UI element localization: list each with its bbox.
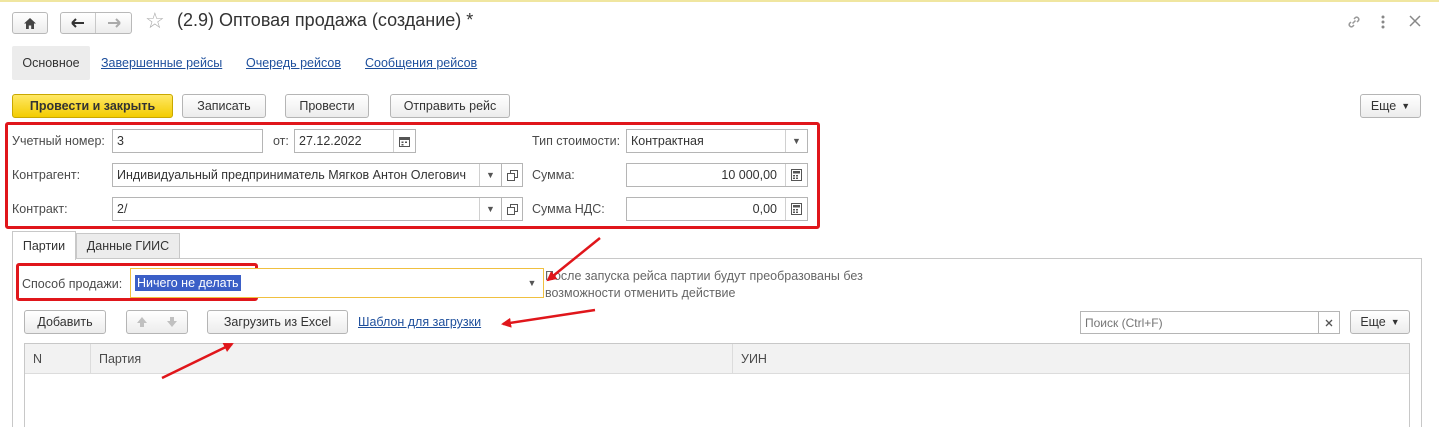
annotation-arrow xyxy=(501,308,596,328)
annotation-arrow xyxy=(546,237,601,282)
annotation-arrow xyxy=(161,342,234,380)
annotation-arrows xyxy=(161,237,601,380)
